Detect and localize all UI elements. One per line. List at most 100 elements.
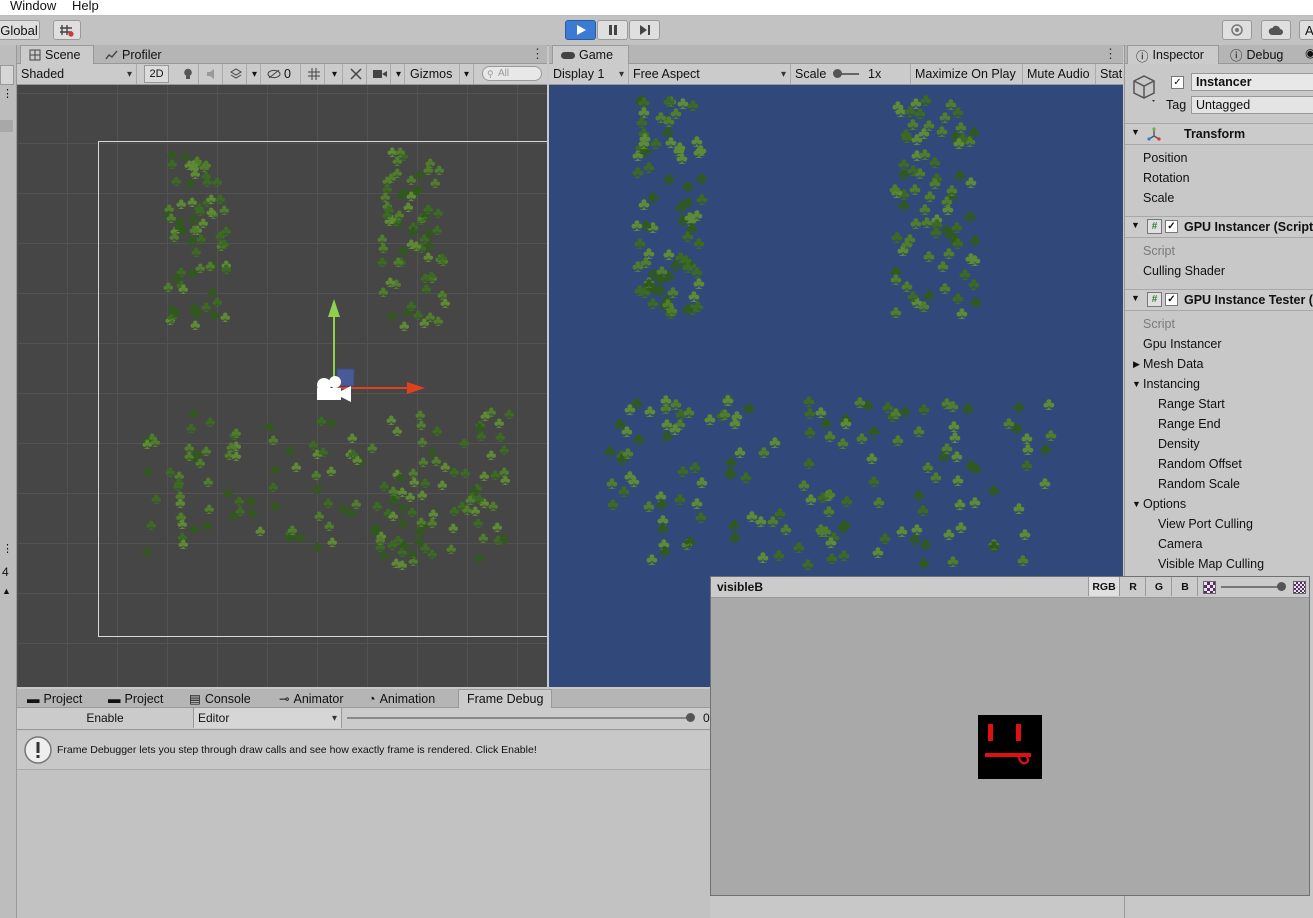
gizmos-button[interactable]: Gizmos xyxy=(406,64,460,84)
account-button[interactable]: A xyxy=(1299,20,1313,40)
gpu-instancer-header[interactable]: ▼ # ✓ GPU Instancer (Script xyxy=(1125,216,1313,238)
gpu-instancer-enabled-checkbox[interactable]: ✓ xyxy=(1165,220,1178,233)
tree-sprite: ♣ xyxy=(898,195,910,215)
left-dock-scroll[interactable] xyxy=(0,120,13,132)
left-dock-field[interactable] xyxy=(0,65,14,85)
collapse-arrow-icon[interactable]: ▼ xyxy=(1132,499,1141,509)
menu-item-window[interactable]: Window xyxy=(10,0,56,13)
camera-dropdown[interactable]: ▾ xyxy=(393,64,405,84)
cloud-button[interactable] xyxy=(1261,20,1291,40)
effects-dropdown[interactable]: ▾ xyxy=(249,64,261,84)
gizmo-x-arrow-icon[interactable] xyxy=(407,382,425,394)
gpu-tester-header[interactable]: ▼ # ✓ GPU Instance Tester ( xyxy=(1125,289,1313,311)
aspect-dropdown[interactable]: Free Aspect xyxy=(629,64,791,84)
grid-dropdown[interactable]: ▾ xyxy=(327,64,343,84)
enable-button[interactable]: Enable xyxy=(17,708,194,728)
collapse-arrow-icon[interactable]: ▼ xyxy=(1131,127,1140,137)
range-end-label: Range End xyxy=(1158,417,1221,431)
scene-search-input[interactable]: ⚲ All xyxy=(482,66,542,81)
mute-audio-toggle[interactable]: Mute Audio xyxy=(1023,64,1096,84)
gpu-tester-enabled-checkbox[interactable]: ✓ xyxy=(1165,293,1178,306)
tab-game[interactable]: Game xyxy=(552,45,629,64)
tree-sprite: ♣ xyxy=(693,233,705,253)
channel-b-label: B xyxy=(1181,580,1189,593)
channel-b-button[interactable]: B xyxy=(1173,577,1198,596)
editor-dropdown[interactable]: Editor xyxy=(194,708,342,728)
collapse-arrow-icon[interactable]: ▼ xyxy=(1131,220,1140,230)
channel-rgb-button[interactable]: RGB xyxy=(1088,577,1120,596)
mip-slider-track[interactable] xyxy=(1221,586,1285,588)
tab-profiler[interactable]: Profiler xyxy=(97,45,170,64)
scale-control[interactable]: Scale 1x xyxy=(791,64,911,84)
scale-slider-thumb[interactable] xyxy=(833,69,842,78)
channel-g-button[interactable]: G xyxy=(1147,577,1172,596)
collapse-arrow-icon[interactable]: ▼ xyxy=(1132,379,1141,389)
options-foldout[interactable]: Options xyxy=(1143,497,1186,511)
scroll-up-arrow-icon[interactable]: ▲ xyxy=(2,586,11,596)
scene-kebab-icon[interactable]: ⋮ xyxy=(531,46,544,62)
lighting-toggle[interactable] xyxy=(177,64,199,84)
tab-animation[interactable]: ◔ Animation xyxy=(360,689,443,708)
expand-arrow-icon[interactable]: ▶ xyxy=(1133,359,1140,370)
tab-project-1[interactable]: ▬ Project xyxy=(19,689,90,708)
stats-toggle[interactable]: Stat xyxy=(1096,64,1123,84)
tree-sprite: ♣ xyxy=(729,527,741,547)
grid-toggle[interactable] xyxy=(303,64,325,84)
scene-view[interactable]: ♣ ♣ ♣ ♣ ♣ ♣ ♣ ♣ ♣ ♣ ♣ ♣ ♣ ♣ ♣ ♣ ♣ ♣ ♣ ♣ ♣ ♣ ♣ ♣ ♣ ♣ ♣ ♣ ♣ ♣ ♣ ♣ ♣ ♣ ♣ ♣ ♣ ♣ ♣ ♣… xyxy=(17,85,547,687)
mip-slider-thumb[interactable] xyxy=(1277,582,1286,591)
shading-dropdown[interactable]: Shaded xyxy=(17,64,137,84)
game-kebab-icon[interactable]: ⋮ xyxy=(1104,46,1117,62)
transform-gizmo[interactable] xyxy=(17,85,547,687)
tab-project-2[interactable]: ▬ Project xyxy=(100,689,171,708)
maximize-on-play-toggle[interactable]: Maximize On Play xyxy=(911,64,1023,84)
pause-button[interactable] xyxy=(597,20,628,40)
tree-sprite: ♣ xyxy=(643,157,655,177)
transform-header[interactable]: ▼ Transform xyxy=(1125,123,1313,145)
tree-sprite: ♣ xyxy=(1040,439,1052,459)
tree-sprite: ♣ xyxy=(939,107,951,127)
lock-icon[interactable]: ◉ xyxy=(1305,46,1313,60)
gpu-instancer-field-label: Gpu Instancer xyxy=(1143,337,1222,351)
effects-toggle[interactable] xyxy=(225,64,247,84)
tab-game-label: Game xyxy=(579,48,614,62)
camera-toggle[interactable] xyxy=(369,64,391,84)
instancing-foldout[interactable]: Instancing xyxy=(1143,377,1200,391)
display-dropdown[interactable]: Display 1 xyxy=(549,64,629,84)
channel-r-button[interactable]: R xyxy=(1121,577,1146,596)
tree-sprite: ♣ xyxy=(917,500,929,520)
pause-icon xyxy=(608,25,617,35)
tag-dropdown[interactable]: Untagged xyxy=(1191,96,1313,114)
grid-snap-button[interactable] xyxy=(53,20,81,40)
play-button[interactable] xyxy=(565,20,596,40)
gizmos-dropdown[interactable]: ▾ xyxy=(460,64,474,84)
menu-item-help[interactable]: Help xyxy=(72,0,99,13)
tab-animator[interactable]: ⊸ Animator xyxy=(271,689,352,708)
tree-sprite: ♣ xyxy=(644,401,656,421)
2d-toggle[interactable]: 2D xyxy=(144,65,169,83)
step-button[interactable] xyxy=(629,20,660,40)
tree-sprite: ♣ xyxy=(804,403,816,423)
tree-sprite: ♣ xyxy=(663,111,675,131)
left-dock-kebab-2[interactable]: ⋮ xyxy=(2,542,13,555)
audio-toggle[interactable] xyxy=(201,64,223,84)
global-toggle-button[interactable]: Global xyxy=(0,20,40,40)
collab-button[interactable] xyxy=(1222,20,1252,40)
tools-toggle[interactable] xyxy=(345,64,367,84)
tree-sprite: ♣ xyxy=(854,392,866,412)
tab-scene[interactable]: Scene xyxy=(20,45,94,64)
tab-frame-debug[interactable]: Frame Debug xyxy=(458,689,553,708)
object-name-input[interactable]: Instancer xyxy=(1191,73,1313,91)
texture-preview-window[interactable]: visibleB RGB R G B xyxy=(710,576,1310,896)
gizmo-y-arrow-icon[interactable] xyxy=(328,299,340,317)
left-dock-kebab[interactable]: ⋮ xyxy=(2,87,13,100)
frame-slider-track[interactable] xyxy=(347,717,692,719)
mesh-data-foldout[interactable]: Mesh Data xyxy=(1143,357,1203,371)
frame-slider-thumb[interactable] xyxy=(686,713,695,722)
maximize-label: Maximize On Play xyxy=(915,67,1016,81)
hidden-objects-toggle[interactable]: 0 xyxy=(263,64,301,84)
tab-inspector[interactable]: ⓘ Inspector xyxy=(1127,45,1219,64)
active-checkbox[interactable]: ✓ xyxy=(1171,76,1184,89)
collapse-arrow-icon[interactable]: ▼ xyxy=(1131,293,1140,303)
tab-debug[interactable]: ⓘ Debug xyxy=(1222,45,1291,64)
tab-console[interactable]: ▤ Console xyxy=(181,689,259,708)
